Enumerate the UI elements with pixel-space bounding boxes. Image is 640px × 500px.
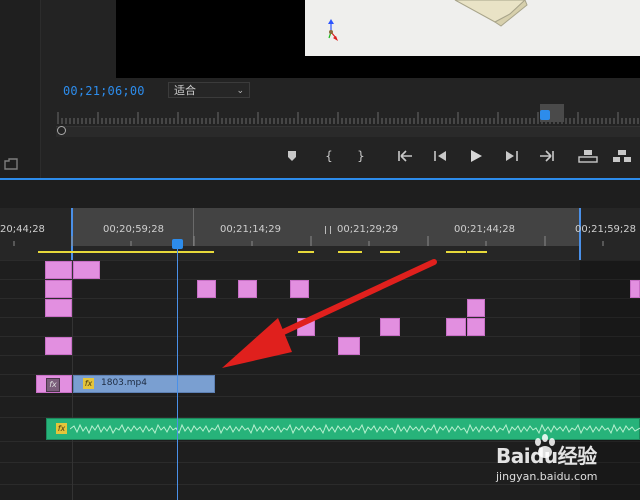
track-divider <box>0 317 640 318</box>
fx-badge: fx <box>56 423 67 434</box>
render-bar <box>338 251 362 253</box>
image-clip[interactable] <box>297 318 315 336</box>
3d-object-render <box>328 0 528 41</box>
axis-gizmo-icon <box>328 19 338 41</box>
clip-name: 1803.mp4 <box>101 378 147 388</box>
image-clip[interactable] <box>197 280 216 298</box>
image-clip[interactable]: fx <box>36 375 72 393</box>
image-clip[interactable] <box>446 318 466 336</box>
render-bar <box>38 251 214 253</box>
ruler-tick-label: 00;20;59;28 <box>103 224 165 235</box>
go-to-out-icon[interactable] <box>538 150 554 162</box>
ruler-tick-label: 00;21;14;29 <box>220 224 282 235</box>
extract-icon[interactable] <box>612 149 632 163</box>
zoom-fit-dropdown[interactable]: 适合 ⌄ <box>168 82 250 98</box>
image-clip[interactable] <box>45 280 72 298</box>
go-to-in-icon[interactable] <box>398 150 414 162</box>
track-divider <box>0 355 640 356</box>
render-bar <box>298 251 314 253</box>
image-clip[interactable] <box>45 261 72 279</box>
chevron-down-icon: ⌄ <box>236 86 244 96</box>
watermark: Baidu经验 jingyan.baidu.com <box>490 432 640 500</box>
ruler-tick-label: 00;21;44;28 <box>454 224 516 235</box>
mark-in-icon[interactable]: { <box>324 148 334 164</box>
step-forward-icon[interactable] <box>504 150 518 162</box>
mark-out-icon[interactable]: } <box>356 148 366 164</box>
play-icon[interactable] <box>469 149 483 163</box>
image-clip[interactable] <box>338 337 360 355</box>
track-divider <box>0 396 640 397</box>
ruler-tick-label: 00;21;59;28 <box>575 224 637 235</box>
playhead-timecode[interactable]: 00;21;06;00 <box>63 84 145 98</box>
fx-badge: fx <box>46 378 60 392</box>
render-bar <box>446 251 466 253</box>
image-clip[interactable] <box>467 318 485 336</box>
image-clip[interactable] <box>45 299 72 317</box>
image-clip[interactable] <box>238 280 257 298</box>
lift-icon[interactable] <box>578 149 598 163</box>
export-frame-icon[interactable] <box>4 158 18 170</box>
zoom-scroll-bar[interactable] <box>56 126 640 137</box>
video-clip[interactable]: fx 1803.mp4 <box>73 375 215 393</box>
ruler-ticks <box>13 236 604 246</box>
image-clip[interactable] <box>290 280 309 298</box>
image-clip[interactable] <box>45 337 72 355</box>
image-clip[interactable] <box>73 261 100 279</box>
watermark-brand: Baidu经验 <box>496 444 597 468</box>
playhead-line[interactable] <box>177 246 178 500</box>
image-clip[interactable] <box>630 280 640 298</box>
fx-badge: fx <box>83 378 94 389</box>
marker-icon <box>325 226 331 234</box>
zoom-scroll-handle[interactable] <box>57 126 66 135</box>
zoom-fit-label: 适合 <box>174 84 196 97</box>
left-panel-strip <box>0 0 41 178</box>
mini-playhead-handle[interactable] <box>540 110 550 120</box>
track-divider <box>0 336 640 337</box>
ruler-tick-label: 00;21;29;29 <box>337 224 399 235</box>
step-back-icon[interactable] <box>434 150 448 162</box>
image-clip[interactable] <box>467 299 485 317</box>
watermark-url: jingyan.baidu.com <box>496 470 598 483</box>
track-divider <box>0 279 640 280</box>
playhead-handle[interactable] <box>172 239 183 249</box>
render-bar <box>380 251 400 253</box>
image-clip[interactable] <box>380 318 400 336</box>
preview-frame-content <box>305 0 640 56</box>
track-divider <box>0 298 640 299</box>
ruler-tick-label: 20;44;28 <box>0 224 45 235</box>
add-marker-icon[interactable] <box>287 150 297 162</box>
render-bar <box>467 251 487 253</box>
